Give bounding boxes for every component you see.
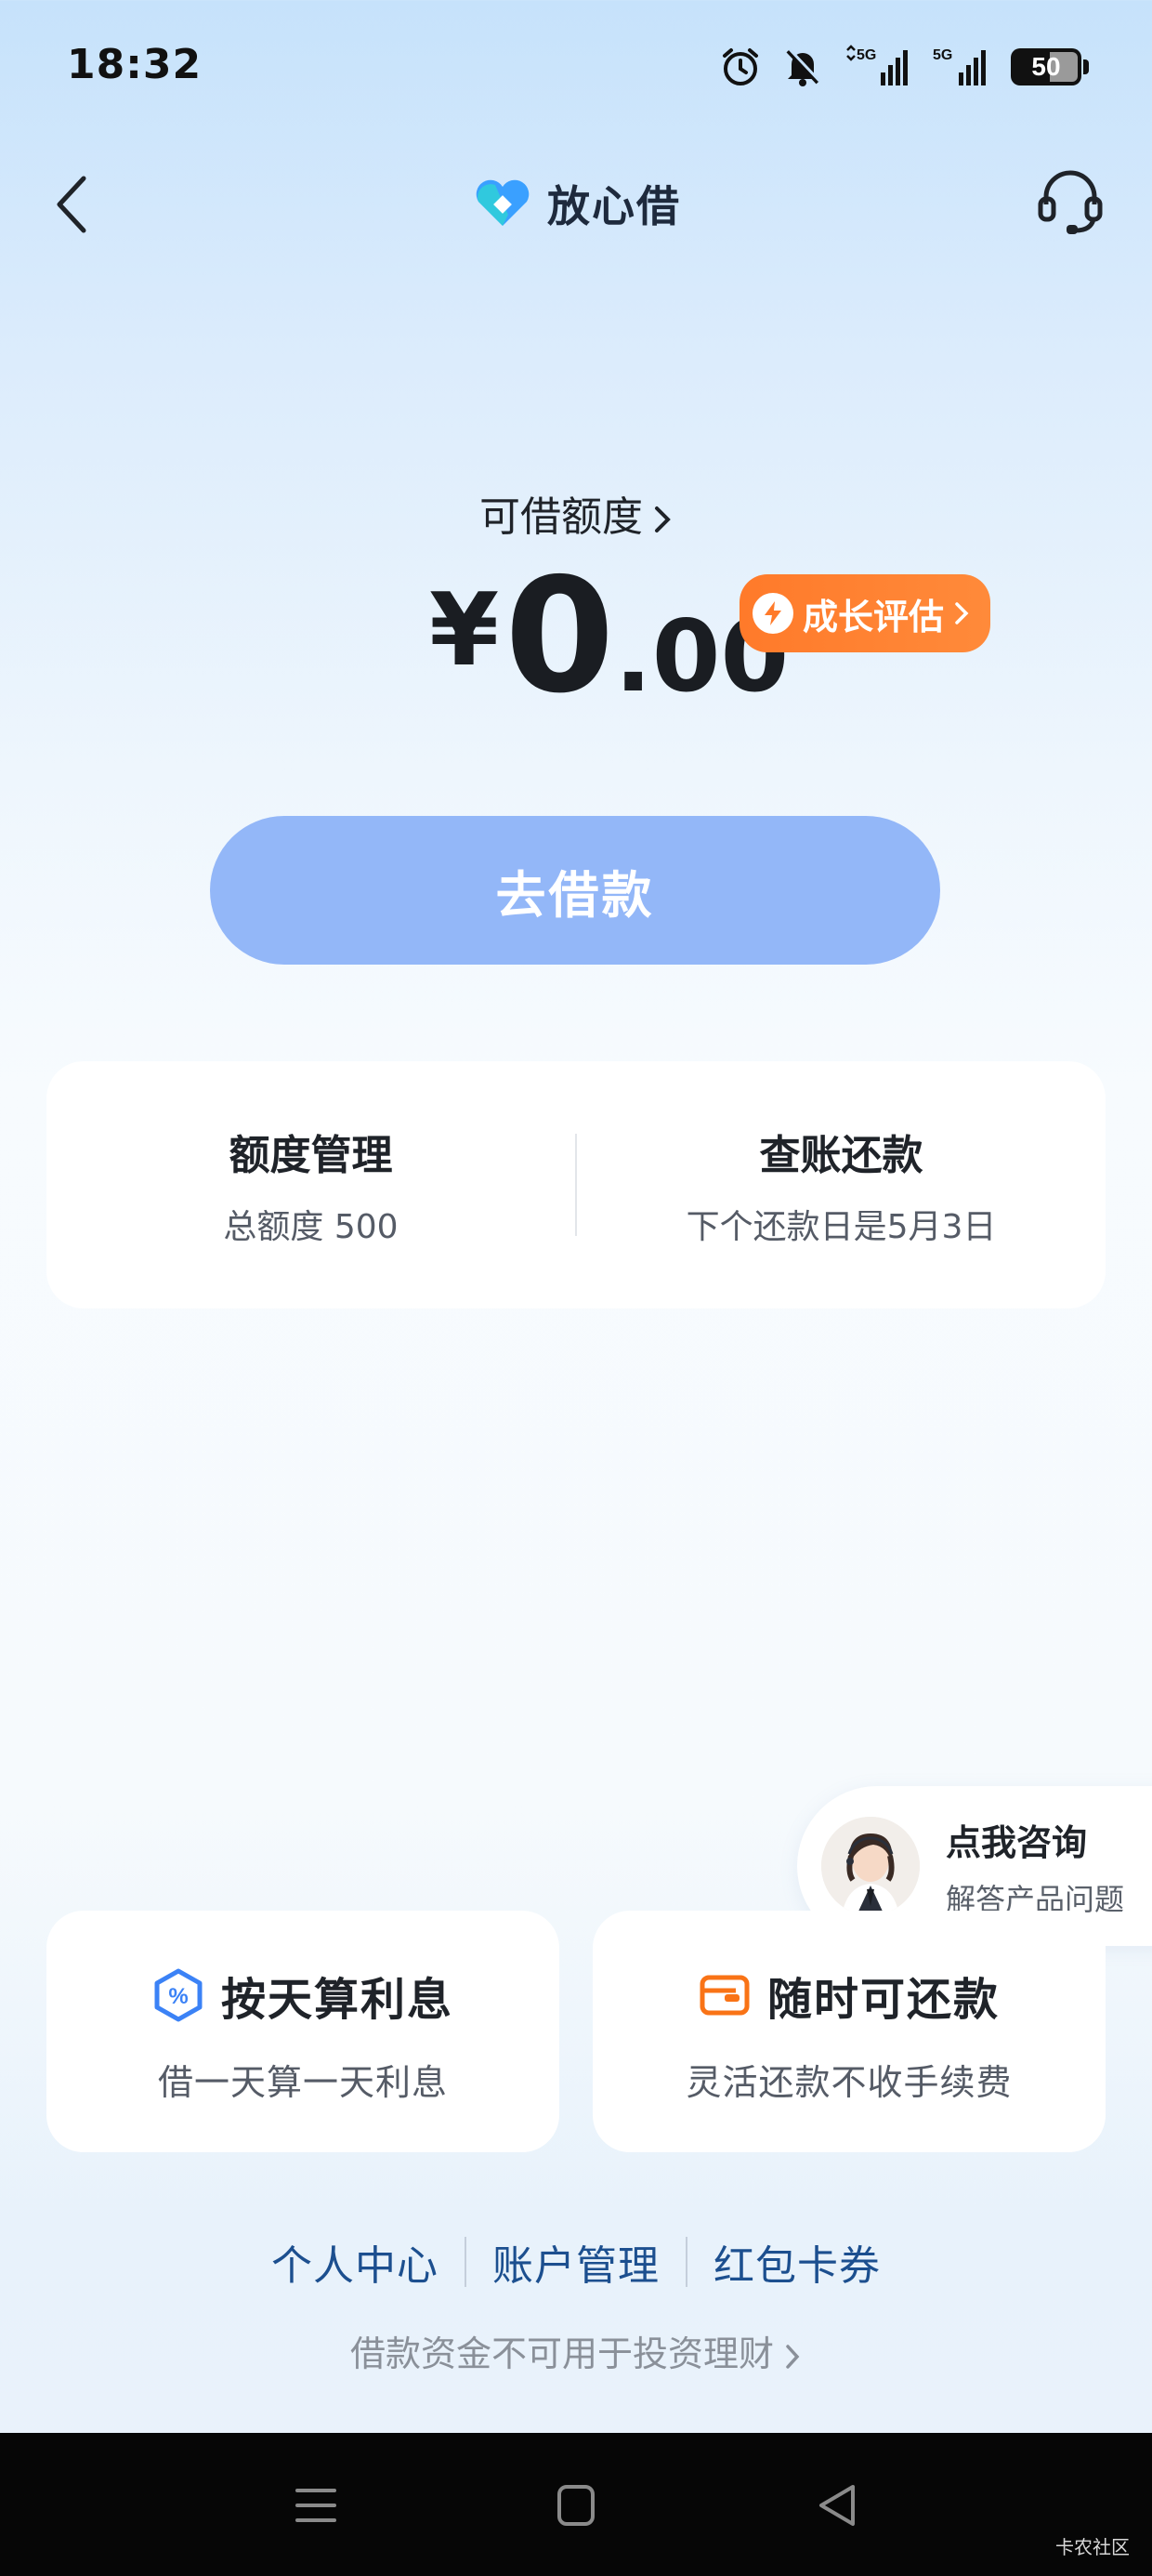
feature-subtitle: 借一天算一天利息	[157, 2062, 448, 2103]
account-summary-card: 额度管理 总额度 500 查账还款 下个还款日是5月3日	[46, 1061, 1106, 1308]
home-square-icon[interactable]	[548, 2479, 604, 2531]
status-time: 18:32	[67, 41, 203, 88]
quota-management-title: 额度管理	[229, 1132, 393, 1179]
wallet-card-icon	[700, 1975, 750, 2016]
agent-avatar	[821, 1817, 920, 1915]
growth-assessment-button[interactable]: 成长评估	[740, 574, 990, 652]
signal-5g-icon: 5G	[846, 45, 908, 85]
feature-flexible-repay: 随时可还款 灵活还款不收手续费	[593, 1911, 1106, 2152]
svg-text:%: %	[168, 1984, 188, 2009]
bill-repayment[interactable]: 查账还款 下个还款日是5月3日	[577, 1122, 1106, 1248]
percent-shield-icon: %	[154, 1968, 203, 2022]
currency-symbol: ¥	[429, 572, 500, 689]
feature-subtitle: 灵活还款不收手续费	[686, 2062, 1013, 2103]
footer-links: 个人中心 账户管理 红包卡券	[0, 2232, 1152, 2292]
consult-title: 点我咨询	[946, 1821, 1088, 1863]
brand-logo-icon	[476, 179, 530, 226]
headset-icon[interactable]	[1035, 164, 1106, 238]
network-label-1: 5G	[857, 47, 876, 63]
chevron-right-icon	[786, 2344, 800, 2369]
watermark-text: 卡农社区	[1055, 2536, 1130, 2558]
chevron-right-icon	[655, 506, 671, 532]
brand-name: 放心借	[547, 181, 681, 231]
next-repayment-date: 下个还款日是5月3日	[686, 1208, 997, 1246]
back-triangle-icon[interactable]	[810, 2479, 866, 2531]
battery-icon: 50	[1011, 48, 1089, 85]
link-personal-center[interactable]: 个人中心	[245, 2232, 465, 2292]
disclaimer-link[interactable]: 借款资金不可用于投资理财	[0, 2325, 1152, 2376]
borrow-button[interactable]: 去借款	[210, 816, 940, 965]
growth-assessment-label: 成长评估	[803, 596, 945, 637]
feature-daily-interest: % 按天算利息 借一天算一天利息	[46, 1911, 559, 2152]
credit-label-text: 可借额度	[479, 493, 643, 541]
feature-title: 按天算利息	[220, 1974, 453, 2026]
total-quota-text: 总额度 500	[223, 1208, 399, 1246]
lightning-icon	[753, 593, 793, 634]
link-account-management[interactable]: 账户管理	[466, 2232, 686, 2292]
signal-5g-icon-2: 5G	[933, 47, 986, 85]
alarm-icon	[723, 48, 758, 85]
link-coupons[interactable]: 红包卡券	[687, 2232, 907, 2292]
credit-amount: ¥ 0 .00	[429, 558, 789, 716]
network-label-2: 5G	[933, 47, 952, 63]
bell-muted-icon	[786, 47, 821, 86]
battery-level: 50	[1031, 52, 1061, 81]
menu-icon[interactable]	[288, 2479, 344, 2531]
disclaimer-text: 借款资金不可用于投资理财	[349, 2333, 774, 2374]
credit-label-link[interactable]: 可借额度	[0, 483, 1152, 543]
amount-integer: 0	[504, 545, 615, 729]
bill-repayment-title: 查账还款	[759, 1132, 923, 1179]
quota-management[interactable]: 额度管理 总额度 500	[46, 1122, 575, 1248]
brand-header: 放心借	[0, 173, 1152, 234]
status-icons: 5G 5G 50	[719, 43, 1089, 91]
chevron-right-icon	[955, 602, 969, 624]
system-navigation-bar: 卡农社区	[0, 2433, 1152, 2576]
feature-title: 随时可还款	[766, 1974, 1000, 2026]
